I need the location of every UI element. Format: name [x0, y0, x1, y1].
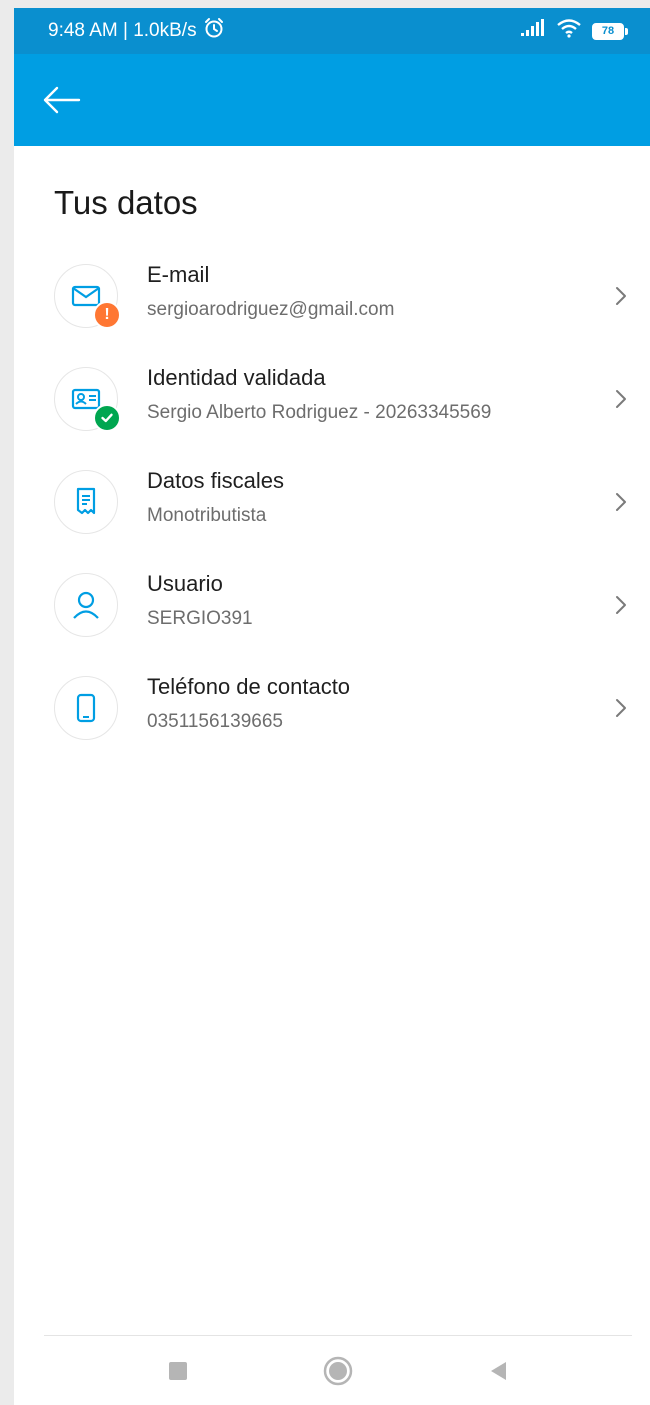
list-item-texts: Teléfono de contacto 0351156139665: [147, 672, 350, 734]
alarm-icon: [203, 17, 225, 45]
page-title: Tus datos: [54, 184, 198, 221]
chevron-right-icon: [616, 287, 626, 305]
back-arrow-icon: [43, 86, 81, 114]
chevron-right-icon: [616, 699, 626, 717]
list-item-identity[interactable]: Identidad validada Sergio Alberto Rodrig…: [14, 349, 650, 452]
email-icon-container: !: [54, 264, 121, 329]
warning-badge: !: [93, 301, 121, 329]
list-item-title: Usuario: [147, 571, 223, 596]
list-item-title: Teléfono de contacto: [147, 674, 351, 699]
receipt-icon: [76, 487, 96, 515]
home-icon: [323, 1356, 353, 1386]
list-item-texts: E-mail sergioarodriguez@gmail.com: [147, 260, 394, 322]
nav-back-button[interactable]: [478, 1351, 518, 1391]
receipt-icon-container: [54, 470, 118, 534]
list-item-title: E-mail: [147, 262, 210, 287]
signal-icon: [520, 19, 546, 43]
list-item-subtitle: sergioarodriguez@gmail.com: [147, 299, 395, 320]
list-item-subtitle: SERGIO391: [147, 608, 253, 629]
back-button[interactable]: [40, 79, 82, 121]
chevron-right-icon: [616, 390, 626, 408]
battery-icon: 78: [592, 22, 628, 40]
status-time: 9:48 AM | 1.0kB/s: [48, 20, 197, 41]
exclamation-icon: !: [104, 306, 110, 323]
list-item-user[interactable]: Usuario SERGIO391: [14, 555, 650, 658]
id-card-icon-container: [54, 367, 121, 432]
list-item-texts: Identidad validada Sergio Alberto Rodrig…: [147, 363, 491, 425]
status-bar: 9:48 AM | 1.0kB/s 78: [14, 8, 650, 54]
list-item-fiscal[interactable]: Datos fiscales Monotributista: [14, 452, 650, 555]
status-left: 9:48 AM | 1.0kB/s: [48, 17, 225, 45]
check-badge: [93, 404, 121, 432]
back-icon: [491, 1362, 506, 1380]
list-item-title: Datos fiscales: [147, 468, 284, 493]
chevron-right-icon: [616, 596, 626, 614]
app-bar: [14, 54, 650, 146]
list-item-subtitle: Sergio Alberto Rodriguez - 20263345569: [147, 402, 492, 423]
list-item-subtitle: 0351156139665: [147, 711, 283, 732]
user-icon-container: [54, 573, 118, 637]
user-icon: [73, 591, 99, 619]
recents-button[interactable]: [158, 1351, 198, 1391]
phone-icon: [76, 693, 96, 723]
chevron-right-icon: [616, 493, 626, 511]
data-list: ! E-mail sergioarodriguez@gmail.com Iden…: [14, 246, 650, 761]
list-item-texts: Usuario SERGIO391: [147, 569, 253, 631]
home-button[interactable]: [318, 1351, 358, 1391]
list-item-phone[interactable]: Teléfono de contacto 0351156139665: [14, 658, 650, 761]
battery-level: 78: [592, 22, 624, 40]
system-nav-bar: [44, 1335, 632, 1405]
list-item-texts: Datos fiscales Monotributista: [147, 466, 284, 528]
phone-screen: 9:48 AM | 1.0kB/s 78 Tus datos ! E-mail …: [14, 8, 650, 1405]
status-right: 78: [520, 18, 628, 44]
wifi-icon: [556, 18, 582, 44]
recents-icon: [169, 1362, 187, 1380]
list-item-email[interactable]: ! E-mail sergioarodriguez@gmail.com: [14, 246, 650, 349]
check-icon: [101, 413, 113, 423]
list-item-title: Identidad validada: [147, 365, 326, 390]
list-item-subtitle: Monotributista: [147, 505, 267, 526]
phone-icon-container: [54, 676, 118, 740]
